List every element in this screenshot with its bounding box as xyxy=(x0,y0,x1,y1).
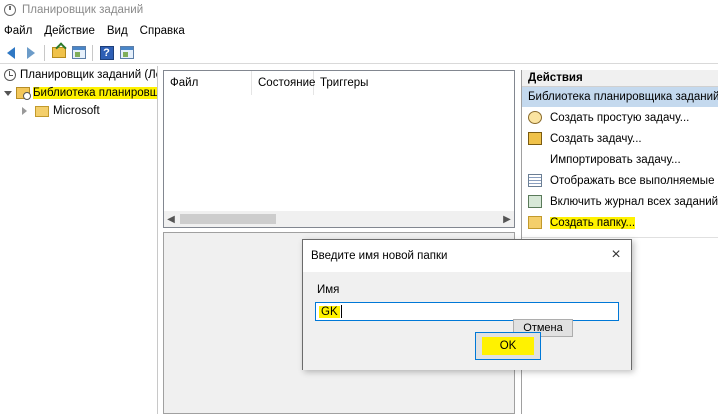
close-icon[interactable]: × xyxy=(609,247,623,263)
actions-divider xyxy=(522,237,718,238)
up-one-level-button[interactable] xyxy=(50,44,67,61)
tree-item-label: Планировщик заданий (Лок xyxy=(20,69,158,81)
folder-icon xyxy=(35,105,49,117)
new-folder-dialog: Введите имя новой папки × Имя GK Отмена … xyxy=(302,239,632,370)
new-folder-icon xyxy=(528,216,542,229)
chevron-down-icon[interactable] xyxy=(4,90,12,96)
action-enable-history[interactable]: Включить журнал всех заданий xyxy=(522,191,718,212)
folder-name-value: GK xyxy=(319,305,340,318)
tree-item-microsoft[interactable]: Microsoft xyxy=(0,102,157,120)
toolbar-separator xyxy=(44,44,45,61)
forward-arrow-icon xyxy=(26,46,35,59)
task-scheduler-app-icon xyxy=(4,4,16,16)
show-hide-console-tree-icon xyxy=(71,46,86,59)
library-folder-icon xyxy=(16,87,31,100)
text-caret xyxy=(340,305,342,318)
action-label: Включить журнал всех заданий xyxy=(550,195,718,208)
back-button[interactable] xyxy=(2,44,19,61)
action-label: Импортировать задачу... xyxy=(550,153,681,166)
column-header-status[interactable]: Состояние xyxy=(252,71,315,95)
window-title: Планировщик заданий xyxy=(22,4,144,16)
task-list-header: Файл Состояние Триггеры xyxy=(164,71,514,95)
scroll-left-icon[interactable]: ◀ xyxy=(164,211,178,227)
tree-item-root[interactable]: Планировщик заданий (Лок xyxy=(0,66,157,84)
folder-name-input[interactable]: GK xyxy=(315,302,619,321)
action-new-folder[interactable]: Создать папку... xyxy=(522,212,718,233)
chevron-right-icon[interactable] xyxy=(22,107,27,115)
column-header-triggers[interactable]: Триггеры xyxy=(314,71,514,95)
show-hide-action-pane-icon xyxy=(119,46,134,59)
toolbar-separator xyxy=(92,44,93,61)
horizontal-scrollbar[interactable]: ◀ ▶ xyxy=(164,211,514,227)
action-display-running-tasks[interactable]: Отображать все выполняемые зада xyxy=(522,170,718,191)
action-label: Отображать все выполняемые зада xyxy=(550,174,718,187)
back-arrow-icon xyxy=(6,46,15,59)
tree-item-label: Библиотека планировщ xyxy=(33,87,158,99)
action-label: Создать простую задачу... xyxy=(550,111,690,124)
scroll-right-icon[interactable]: ▶ xyxy=(500,211,514,227)
action-label: Создать папку... xyxy=(550,216,636,229)
actions-header: Действия xyxy=(522,70,718,87)
menu-bar: Файл Действие Вид Справка xyxy=(0,22,718,40)
menu-view[interactable]: Вид xyxy=(107,25,128,37)
create-task-icon xyxy=(528,132,542,145)
title-bar: Планировщик заданий xyxy=(0,0,718,20)
create-basic-task-icon xyxy=(528,111,542,124)
menu-file[interactable]: Файл xyxy=(4,25,32,37)
menu-help[interactable]: Справка xyxy=(140,25,185,37)
clock-icon xyxy=(4,69,16,81)
show-hide-action-pane-button[interactable] xyxy=(118,44,135,61)
ok-button[interactable]: OK xyxy=(475,332,541,360)
running-tasks-icon xyxy=(528,174,542,187)
show-hide-tree-button[interactable] xyxy=(70,44,87,61)
dialog-body: Имя GK Отмена OK xyxy=(303,272,631,370)
console-tree: Планировщик заданий (Лок Библиотека план… xyxy=(0,66,158,414)
action-label: Создать задачу... xyxy=(550,132,642,145)
action-import-task[interactable]: Импортировать задачу... xyxy=(522,149,718,170)
forward-button[interactable] xyxy=(22,44,39,61)
help-icon: ? xyxy=(99,45,114,60)
column-header-file[interactable]: Файл xyxy=(164,71,252,95)
actions-section-title[interactable]: Библиотека планировщика заданий xyxy=(522,87,718,107)
ok-button-label: OK xyxy=(482,337,534,355)
action-create-basic-task[interactable]: Создать простую задачу... xyxy=(522,107,718,128)
task-list[interactable]: Файл Состояние Триггеры ◀ ▶ xyxy=(163,70,515,228)
dialog-title: Введите имя новой папки xyxy=(311,250,448,262)
toolbar: ? xyxy=(0,42,718,64)
action-create-task[interactable]: Создать задачу... xyxy=(522,128,718,149)
help-button[interactable]: ? xyxy=(98,44,115,61)
tree-item-label: Microsoft xyxy=(53,105,100,117)
scrollbar-thumb[interactable] xyxy=(180,214,276,224)
menu-action[interactable]: Действие xyxy=(44,25,95,37)
task-history-icon xyxy=(528,195,542,208)
tree-item-library[interactable]: Библиотека планировщ xyxy=(0,84,157,102)
folder-up-icon xyxy=(51,47,66,58)
name-label: Имя xyxy=(317,284,340,296)
